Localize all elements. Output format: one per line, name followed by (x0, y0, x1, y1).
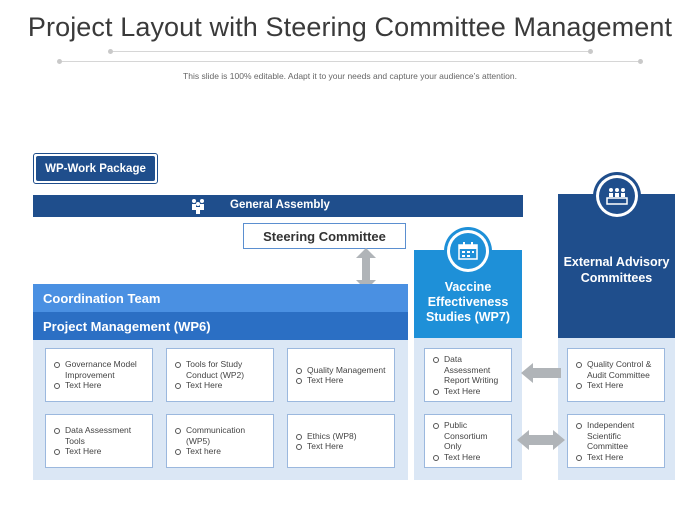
group-icon (192, 199, 204, 214)
steering-committee-box: Steering Committee (243, 223, 406, 249)
wp-work-package-badge: WP-Work Package (33, 153, 158, 184)
card-line: Text Here (294, 375, 388, 386)
title-divider (112, 51, 590, 52)
external-icon-disc (599, 178, 635, 214)
calendar-icon (458, 242, 478, 260)
vaccine-icon-circle (444, 227, 492, 275)
card-line: Text Here (431, 452, 505, 463)
subtitle: This slide is 100% editable. Adapt it to… (183, 71, 517, 81)
horizontal-double-arrow (517, 430, 565, 450)
card-line: Text Here (173, 380, 267, 391)
project-management-bar: Project Management (WP6) (33, 312, 408, 340)
wp-badge-label: WP-Work Package (36, 156, 155, 181)
vaccine-card: Public Consortium Only Text Here (424, 414, 512, 468)
card-line: Governance Model Improvement (52, 359, 146, 380)
external-card: Quality Control & Audit Committee Text H… (567, 348, 665, 402)
wp6-card: Quality Management Text Here (287, 348, 395, 402)
card-line: Tools for Study Conduct (WP2) (173, 359, 267, 380)
left-arrow (521, 363, 561, 383)
wp6-card: Ethics (WP8) Text Here (287, 414, 395, 468)
vaccine-icon-disc (450, 233, 486, 269)
wp6-card: Data Assessment Tools Text Here (45, 414, 153, 468)
title-divider-dot-right (588, 49, 593, 54)
external-card: Independent Scientific Committee Text He… (567, 414, 665, 468)
coordination-team-bar: Coordination Team (33, 284, 408, 312)
card-line: Text here (173, 446, 267, 457)
committee-icon (606, 188, 628, 205)
card-line: Text Here (52, 446, 146, 457)
vaccine-card: Data Assessment Report Writing Text Here (424, 348, 512, 402)
vaccine-icon-ring (447, 230, 489, 272)
card-line: Data Assessment Report Writing (431, 354, 505, 386)
wp6-card: Tools for Study Conduct (WP2) Text Here (166, 348, 274, 402)
card-line: Independent Scientific Committee (574, 420, 658, 452)
card-line: Ethics (WP8) (294, 431, 388, 442)
title-divider-dot-left (108, 49, 113, 54)
card-line: Text Here (574, 452, 658, 463)
card-line: Quality Control & Audit Committee (574, 359, 658, 380)
external-icon-ring (596, 175, 638, 217)
wp6-card: Governance Model Improvement Text Here (45, 348, 153, 402)
subtitle-divider (60, 61, 640, 62)
card-line: Communication (WP5) (173, 425, 267, 446)
subtitle-divider-dot-right (638, 59, 643, 64)
general-assembly-label: General Assembly (230, 199, 330, 211)
subtitle-divider-dot-left (57, 59, 62, 64)
wp6-card: Communication (WP5) Text here (166, 414, 274, 468)
external-icon-circle (593, 172, 641, 220)
page-title: Project Layout with Steering Committee M… (27, 12, 673, 42)
card-line: Data Assessment Tools (52, 425, 146, 446)
card-line: Text Here (52, 380, 146, 391)
card-line: Text Here (294, 441, 388, 452)
general-assembly-bar: General Assembly (33, 195, 523, 217)
card-line: Public Consortium Only (431, 420, 505, 452)
card-line: Text Here (431, 386, 505, 397)
card-line: Quality Management (294, 365, 388, 376)
card-line: Text Here (574, 380, 658, 391)
